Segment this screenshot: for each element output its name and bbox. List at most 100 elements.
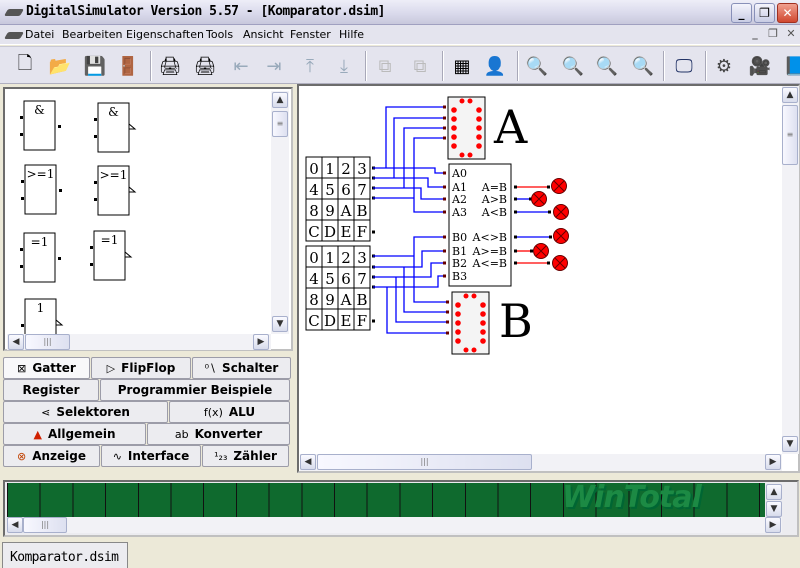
- gate-1[interactable]: &: [94, 102, 137, 153]
- zoom-1-1-button[interactable]: 🔍: [523, 52, 551, 80]
- arrow-down-button[interactable]: ⤓: [330, 52, 358, 80]
- gate-3[interactable]: >=1: [94, 165, 137, 216]
- gate-0[interactable]: &: [20, 100, 61, 151]
- keypad-key[interactable]: D: [324, 312, 336, 330]
- print-button[interactable]: 🖨: [156, 52, 184, 80]
- gate-2[interactable]: >=1: [21, 164, 62, 215]
- scroll-down-button[interactable]: ▼: [272, 316, 288, 332]
- scroll-up-button[interactable]: ▲: [782, 87, 798, 103]
- scroll-thumb[interactable]: ≡: [272, 111, 288, 137]
- keypad-key[interactable]: B: [356, 291, 367, 309]
- scroll-left-button[interactable]: ◀: [300, 454, 316, 470]
- keypad-key[interactable]: 5: [325, 181, 335, 199]
- keypad-key[interactable]: C: [308, 312, 319, 330]
- scroll-down-button[interactable]: ▼: [782, 436, 798, 452]
- mdi-minimize-button[interactable]: _: [746, 27, 764, 43]
- new-file-button[interactable]: 🗋: [11, 52, 39, 80]
- keypad-key[interactable]: 4: [309, 270, 319, 288]
- keypad-key[interactable]: 3: [357, 249, 367, 267]
- keypad-key[interactable]: 9: [325, 291, 335, 309]
- keypad-key[interactable]: C: [308, 223, 319, 241]
- user-key-button[interactable]: 👤: [481, 52, 509, 80]
- keypad-key[interactable]: 0: [309, 160, 319, 178]
- gate-4[interactable]: =1: [20, 232, 61, 283]
- scroll-right-button[interactable]: ▶: [765, 454, 781, 470]
- tab-interface[interactable]: ∿ Interface: [101, 445, 201, 467]
- keypad-key[interactable]: 1: [325, 160, 335, 178]
- scroll-left-button[interactable]: ◀: [8, 334, 24, 350]
- minimize-button[interactable]: _: [731, 3, 752, 23]
- scroll-left-button[interactable]: ◀: [7, 517, 23, 533]
- scroll-up-button[interactable]: ▲: [272, 92, 288, 108]
- mdi-restore-button[interactable]: ❐: [764, 27, 782, 43]
- keypad-key[interactable]: 4: [309, 181, 319, 199]
- zoom-button[interactable]: 🔍: [559, 52, 587, 80]
- canvas-hscrollbar[interactable]: ◀ ||| ▶: [300, 454, 782, 471]
- palette-vscrollbar[interactable]: ▲ ≡ ▼: [271, 91, 289, 334]
- menu-hilfe[interactable]: Hilfe: [339, 28, 364, 41]
- canvas-vscrollbar[interactable]: ▲ ≡ ▼: [782, 86, 799, 454]
- keypad-key[interactable]: F: [357, 312, 367, 330]
- camera-button[interactable]: 🎥: [746, 52, 774, 80]
- scroll-thumb[interactable]: ≡: [782, 105, 798, 165]
- tab-programmier-beispiele[interactable]: Programmier Beispiele: [100, 379, 290, 401]
- print-timing-button[interactable]: 🖨: [191, 52, 219, 80]
- zoom-out-button[interactable]: 🔍: [629, 52, 657, 80]
- grid-button[interactable]: ▦: [448, 52, 476, 80]
- tab-schalter[interactable]: ⁰∖ Schalter: [192, 357, 291, 379]
- tab-gatter[interactable]: ⊠ Gatter: [3, 357, 90, 379]
- screen-button[interactable]: 🖵: [670, 52, 698, 80]
- hex-keypad-a[interactable]: 0 1 2 3 4 5 6 7 8 9 A B C D E F: [305, 156, 375, 242]
- open-folder-button[interactable]: 📂: [46, 52, 74, 80]
- menu-fenster[interactable]: Fenster: [290, 28, 331, 41]
- keypad-key[interactable]: 3: [357, 160, 367, 178]
- mdi-close-button[interactable]: ✕: [782, 27, 800, 43]
- scroll-right-button[interactable]: ▶: [765, 517, 781, 533]
- keypad-key[interactable]: 6: [341, 270, 351, 288]
- keypad-key[interactable]: 2: [341, 249, 351, 267]
- keypad-key[interactable]: 8: [309, 291, 319, 309]
- exit-button[interactable]: 🚪: [114, 52, 142, 80]
- gate-5[interactable]: =1: [90, 230, 133, 281]
- circuit-canvas[interactable]: 0 1 2 34 5 6 78 9 A BC D E F0 1 2 34 5 6 78 9 A BC D E FABA0A1A2…: [300, 86, 783, 453]
- keypad-key[interactable]: A: [340, 202, 352, 220]
- comparator-chip[interactable]: A0A1A2A3B0B1B2B3A=BA>BA<BA<>BA>=BA<=B: [443, 163, 517, 287]
- restore-button[interactable]: ❐: [754, 3, 775, 23]
- menu-tools[interactable]: Tools: [206, 28, 233, 41]
- paste-button[interactable]: ⧉: [406, 52, 434, 80]
- save-button[interactable]: 💾: [81, 52, 109, 80]
- keypad-key[interactable]: 9: [325, 202, 335, 220]
- tab-anzeige[interactable]: ⊗ Anzeige: [3, 445, 100, 467]
- keypad-key[interactable]: E: [341, 223, 352, 241]
- scroll-up-button[interactable]: ▲: [766, 484, 782, 500]
- tab-allgemein[interactable]: ▲ Allgemein: [3, 423, 146, 445]
- keypad-key[interactable]: 7: [357, 181, 367, 199]
- menu-ansicht[interactable]: Ansicht: [243, 28, 284, 41]
- keypad-key[interactable]: D: [324, 223, 336, 241]
- keypad-key[interactable]: 6: [341, 181, 351, 199]
- zoom-in-button[interactable]: 🔍: [593, 52, 621, 80]
- document-tab[interactable]: Komparator.dsim: [2, 542, 128, 568]
- keypad-key[interactable]: B: [356, 202, 367, 220]
- arrow-up-button[interactable]: ⤒: [296, 52, 324, 80]
- scroll-right-button[interactable]: ▶: [253, 334, 269, 350]
- keypad-key[interactable]: 8: [309, 202, 319, 220]
- keypad-key[interactable]: 2: [341, 160, 351, 178]
- tab-konverter[interactable]: ab Konverter: [147, 423, 290, 445]
- scroll-down-button[interactable]: ▼: [766, 501, 782, 517]
- palette-hscrollbar[interactable]: ◀ ||| ▶: [7, 334, 271, 350]
- keypad-key[interactable]: 5: [325, 270, 335, 288]
- keypad-key[interactable]: 0: [309, 249, 319, 267]
- close-button[interactable]: ✕: [777, 3, 798, 23]
- menu-eigenschaften[interactable]: Eigenschaften: [126, 28, 204, 41]
- menu-bearbeiten[interactable]: Bearbeiten: [62, 28, 122, 41]
- keypad-key[interactable]: 7: [357, 270, 367, 288]
- keypad-key[interactable]: 1: [325, 249, 335, 267]
- tab-zaehler[interactable]: ¹₂₃ Zähler: [202, 445, 289, 467]
- gear-button[interactable]: ⚙: [710, 52, 738, 80]
- gate-6[interactable]: 1: [21, 298, 64, 334]
- scroll-thumb[interactable]: |||: [317, 454, 532, 470]
- keypad-key[interactable]: E: [341, 312, 352, 330]
- copy-button[interactable]: ⧉: [371, 52, 399, 80]
- keypad-key[interactable]: A: [340, 291, 352, 309]
